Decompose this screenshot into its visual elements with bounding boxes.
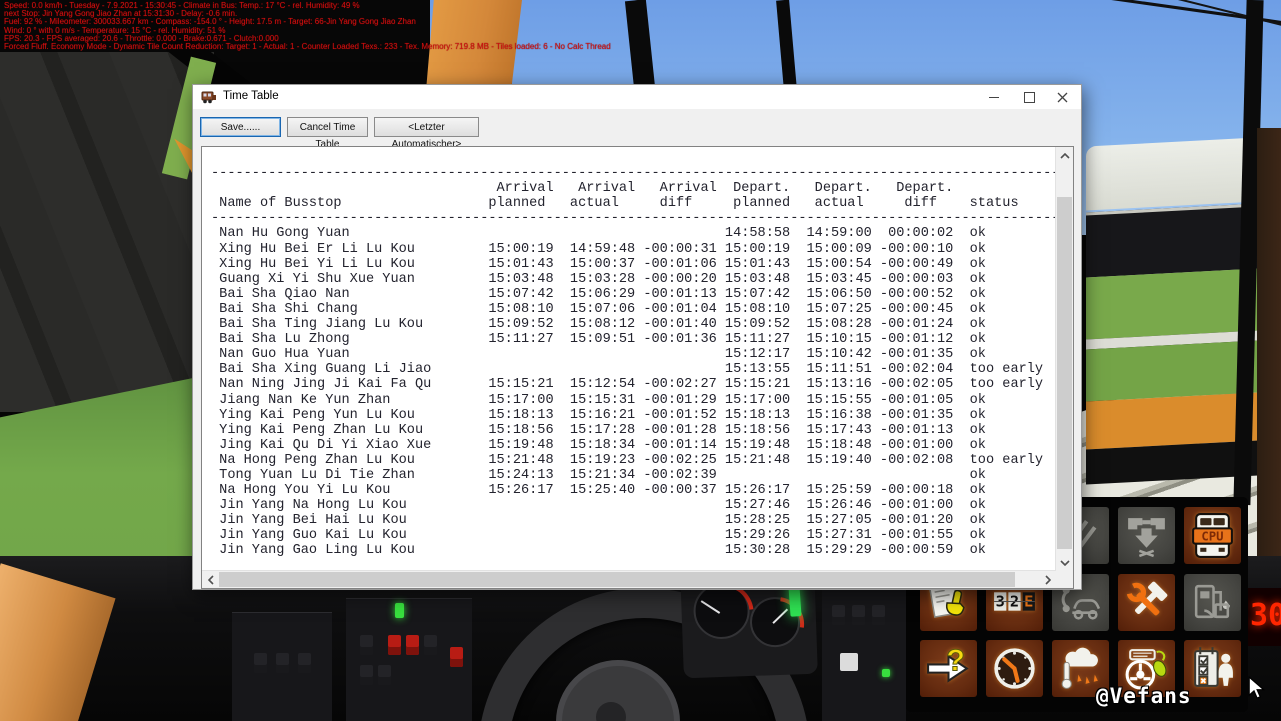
cancel-timetable-button[interactable]: Cancel Time Table bbox=[287, 117, 368, 150]
table-row: Jing Kai Qu Di Yi Xiao Xue 15:19:48 15:1… bbox=[211, 437, 986, 453]
dashboard-led-display: 30 bbox=[1246, 588, 1281, 646]
scroll-up-button[interactable] bbox=[1056, 147, 1073, 164]
minimize-icon bbox=[989, 96, 999, 98]
timetable-text: ----------------------------------------… bbox=[202, 147, 1063, 573]
table-row: Bai Sha Lu Zhong 15:11:27 15:09:51 -00:0… bbox=[211, 332, 986, 348]
pole-column bbox=[1257, 128, 1281, 616]
close-button[interactable] bbox=[1045, 85, 1079, 109]
table-row: Na Hong Peng Zhan Lu Kou 15:21:48 15:19:… bbox=[211, 452, 1044, 468]
switch-panel-left bbox=[232, 612, 332, 721]
table-row: Bai Sha Xing Guang Li Jiao 15:13:55 15:1… bbox=[211, 362, 1044, 378]
table-row: Tong Yuan Lu Di Tie Zhan 15:24:13 15:21:… bbox=[211, 467, 986, 483]
window-titlebar[interactable]: Time Table bbox=[193, 85, 1081, 109]
table-row: Jin Yang Bei Hai Lu Kou 15:28:25 15:27:0… bbox=[211, 513, 986, 529]
table-row: Ying Kai Peng Zhan Lu Kou 15:18:56 15:17… bbox=[211, 422, 986, 438]
route-help-icon[interactable]: ? bbox=[920, 640, 977, 697]
watermark: @Vefans bbox=[1096, 684, 1192, 708]
window-icon bbox=[201, 89, 217, 105]
trailer-coupling-icon[interactable] bbox=[1118, 507, 1175, 564]
timetable-panel: ----------------------------------------… bbox=[201, 146, 1074, 589]
chevron-down-icon bbox=[1059, 559, 1070, 566]
chevron-left-icon bbox=[207, 574, 214, 585]
table-row: Bai Sha Shi Chang 15:08:10 15:07:06 -00:… bbox=[211, 301, 986, 317]
right-bus bbox=[1086, 137, 1258, 485]
table-row: Nan Guo Hua Yuan 15:12:17 15:10:42 -00:0… bbox=[211, 347, 986, 363]
table-row: Xing Hu Bei Yi Li Lu Kou 15:01:43 15:00:… bbox=[211, 256, 986, 272]
table-row: Guang Xi Yi Shu Xue Yuan 15:03:48 15:03:… bbox=[211, 271, 986, 287]
bus-roof bbox=[1086, 137, 1258, 211]
grab-rail bbox=[0, 563, 116, 721]
table-row: Nan Ning Jing Ji Kai Fa Qu 15:15:21 15:1… bbox=[211, 377, 1044, 393]
table-row: Bai Sha Qiao Nan 15:07:42 15:06:29 -00:0… bbox=[211, 286, 986, 302]
svg-text:CPU: CPU bbox=[1201, 530, 1223, 544]
scroll-left-button[interactable] bbox=[202, 571, 219, 588]
mouse-cursor bbox=[1248, 675, 1266, 705]
table-row: Jin Yang Guo Kai Lu Kou 15:29:26 15:27:3… bbox=[211, 528, 986, 544]
time-setting-icon[interactable] bbox=[986, 640, 1043, 697]
window-title: Time Table bbox=[223, 90, 279, 102]
cpu-performance-icon[interactable]: CPU bbox=[1184, 507, 1241, 564]
table-row: Ying Kai Peng Yun Lu Kou 15:18:13 15:16:… bbox=[211, 407, 986, 423]
table-separator: ----------------------------------------… bbox=[211, 211, 1060, 227]
repair-icon[interactable] bbox=[1118, 573, 1175, 631]
switch-panel-right bbox=[822, 580, 906, 721]
vertical-scrollbar[interactable] bbox=[1055, 147, 1073, 571]
timetable-window: Time Table Save...... Cancel Time Table … bbox=[192, 84, 1082, 590]
chevron-right-icon bbox=[1044, 574, 1051, 585]
maximize-button[interactable] bbox=[1012, 85, 1046, 109]
table-row: Bai Sha Ting Jiang Lu Kou 15:09:52 15:08… bbox=[211, 317, 986, 333]
table-header: Arrival Arrival Arrival Depart. Depart. … bbox=[211, 181, 954, 197]
minimize-button[interactable] bbox=[977, 85, 1011, 109]
table-separator: ----------------------------------------… bbox=[211, 166, 1060, 182]
table-header: Name of Busstop planned actual diff plan… bbox=[211, 196, 1019, 212]
scroll-right-button[interactable] bbox=[1039, 571, 1056, 588]
table-row: Na Hong You Yi Lu Kou 15:26:17 15:25:40 … bbox=[211, 483, 986, 499]
bus-body bbox=[1086, 268, 1258, 340]
debug-overlay: Speed: 0.0 km/h - Tuesday - 7.9.2021 - 1… bbox=[4, 1, 611, 52]
debug-line: Forced Fluff. Economy Mode - Dynamic Til… bbox=[4, 42, 611, 52]
scroll-down-button[interactable] bbox=[1056, 554, 1073, 571]
table-line bbox=[211, 151, 1063, 166]
table-row: Jiang Nan Ke Yun Zhan 15:17:00 15:15:31 … bbox=[211, 392, 986, 408]
refuel-icon[interactable] bbox=[1184, 573, 1241, 631]
omsi-game-screen: 30 CPU 3 2 E? @Vefans Speed: 0.0 km/h - Tue… bbox=[0, 0, 1281, 721]
scrollbar-corner bbox=[1056, 571, 1073, 588]
table-row: Nan Hu Gong Yuan 14:58:58 14:59:00 00:00… bbox=[211, 226, 986, 242]
switch-panel-main bbox=[346, 598, 472, 721]
chevron-up-icon bbox=[1059, 152, 1070, 159]
close-icon bbox=[1057, 92, 1067, 102]
svg-text:?: ? bbox=[946, 644, 965, 678]
horizontal-scrollbar[interactable] bbox=[202, 570, 1056, 588]
table-row: Xing Hu Bei Er Li Lu Kou 15:00:19 14:59:… bbox=[211, 241, 986, 257]
save-button[interactable]: Save...... bbox=[200, 117, 281, 137]
table-row: Jin Yang Gao Ling Lu Kou 15:30:28 15:29:… bbox=[211, 543, 986, 559]
maximize-icon bbox=[1023, 91, 1035, 103]
last-automatic-button[interactable]: <Letzter Automatischer> bbox=[374, 117, 479, 150]
bus-body bbox=[1086, 340, 1258, 402]
horizontal-scroll-thumb[interactable] bbox=[219, 572, 1015, 587]
vertical-scroll-thumb[interactable] bbox=[1057, 197, 1072, 549]
table-row: Jin Yang Na Hong Lu Kou 15:27:46 15:26:4… bbox=[211, 498, 986, 514]
